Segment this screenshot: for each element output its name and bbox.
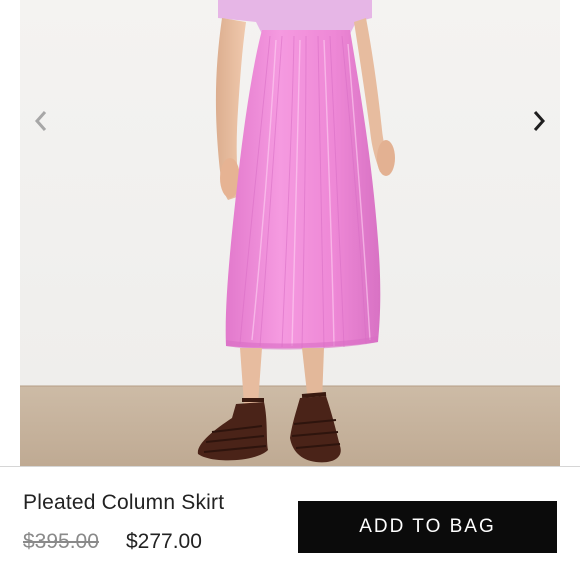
product-summary-bar: Pleated Column Skirt $395.00 $277.00 ADD… (0, 466, 580, 580)
gallery-next-button[interactable] (524, 108, 554, 138)
gallery-prev-button[interactable] (26, 108, 56, 138)
original-price: $395.00 (23, 530, 99, 553)
product-title: Pleated Column Skirt (23, 491, 225, 514)
product-photo-graphic (0, 0, 580, 466)
add-to-bag-button[interactable]: ADD TO BAG (298, 501, 557, 553)
sale-price: $277.00 (126, 530, 202, 553)
product-image (0, 0, 580, 466)
chevron-right-icon (530, 109, 548, 138)
chevron-left-icon (32, 109, 50, 138)
